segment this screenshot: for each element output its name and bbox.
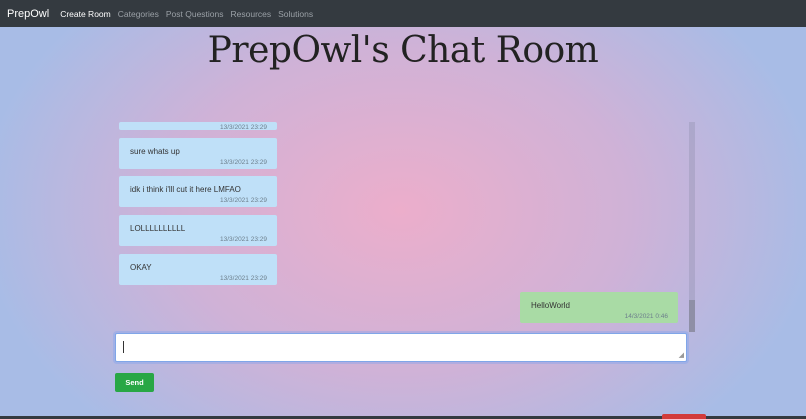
chat-message-received: 13/3/2021 23:29 <box>119 122 277 131</box>
message-timestamp: 13/3/2021 23:29 <box>220 197 267 204</box>
message-text: sure whats up <box>130 147 180 156</box>
message-timestamp: 13/3/2021 23:29 <box>220 236 267 243</box>
chat-message-received: idk i think i'lll cut it here LMFAO 13/3… <box>119 176 277 207</box>
message-input[interactable]: ◢ <box>115 333 687 362</box>
message-text: OKAY <box>130 263 152 272</box>
chat-message-received: LOLLLLLLLLLL 13/3/2021 23:29 <box>119 215 277 246</box>
message-text: LOLLLLLLLLLL <box>130 224 186 233</box>
chat-scrollbar-thumb[interactable] <box>689 300 695 332</box>
chat-scrollbar[interactable] <box>689 122 695 332</box>
chat-message-received: sure whats up 13/3/2021 23:29 <box>119 138 277 169</box>
message-timestamp: 13/3/2021 23:29 <box>220 159 267 166</box>
send-button[interactable]: Send <box>115 373 154 392</box>
text-caret <box>123 341 124 353</box>
brand-logo[interactable]: PrepOwl <box>7 8 49 20</box>
navbar: PrepOwl Create Room Categories Post Ques… <box>0 0 806 27</box>
chat-message-received: OKAY 13/3/2021 23:29 <box>119 254 277 285</box>
message-text: idk i think i'lll cut it here LMFAO <box>130 185 241 194</box>
chat-message-sent: HelloWorld 14/3/2021 0:46 <box>520 292 678 323</box>
resize-handle-icon[interactable]: ◢ <box>679 352 684 359</box>
message-timestamp: 13/3/2021 23:29 <box>220 124 267 131</box>
message-timestamp: 13/3/2021 23:29 <box>220 275 267 282</box>
nav-solutions[interactable]: Solutions <box>278 9 313 19</box>
message-timestamp: 14/3/2021 0:46 <box>624 313 668 320</box>
nav-categories[interactable]: Categories <box>118 9 159 19</box>
bottom-red-tab[interactable] <box>662 414 706 419</box>
nav-post-questions[interactable]: Post Questions <box>166 9 224 19</box>
message-text: HelloWorld <box>531 301 570 310</box>
page-title: PrepOwl's Chat Room <box>207 30 599 71</box>
nav-resources[interactable]: Resources <box>231 9 272 19</box>
nav-create-room[interactable]: Create Room <box>60 9 111 19</box>
chat-messages-area[interactable]: 13/3/2021 23:29 sure whats up 13/3/2021 … <box>115 122 695 332</box>
